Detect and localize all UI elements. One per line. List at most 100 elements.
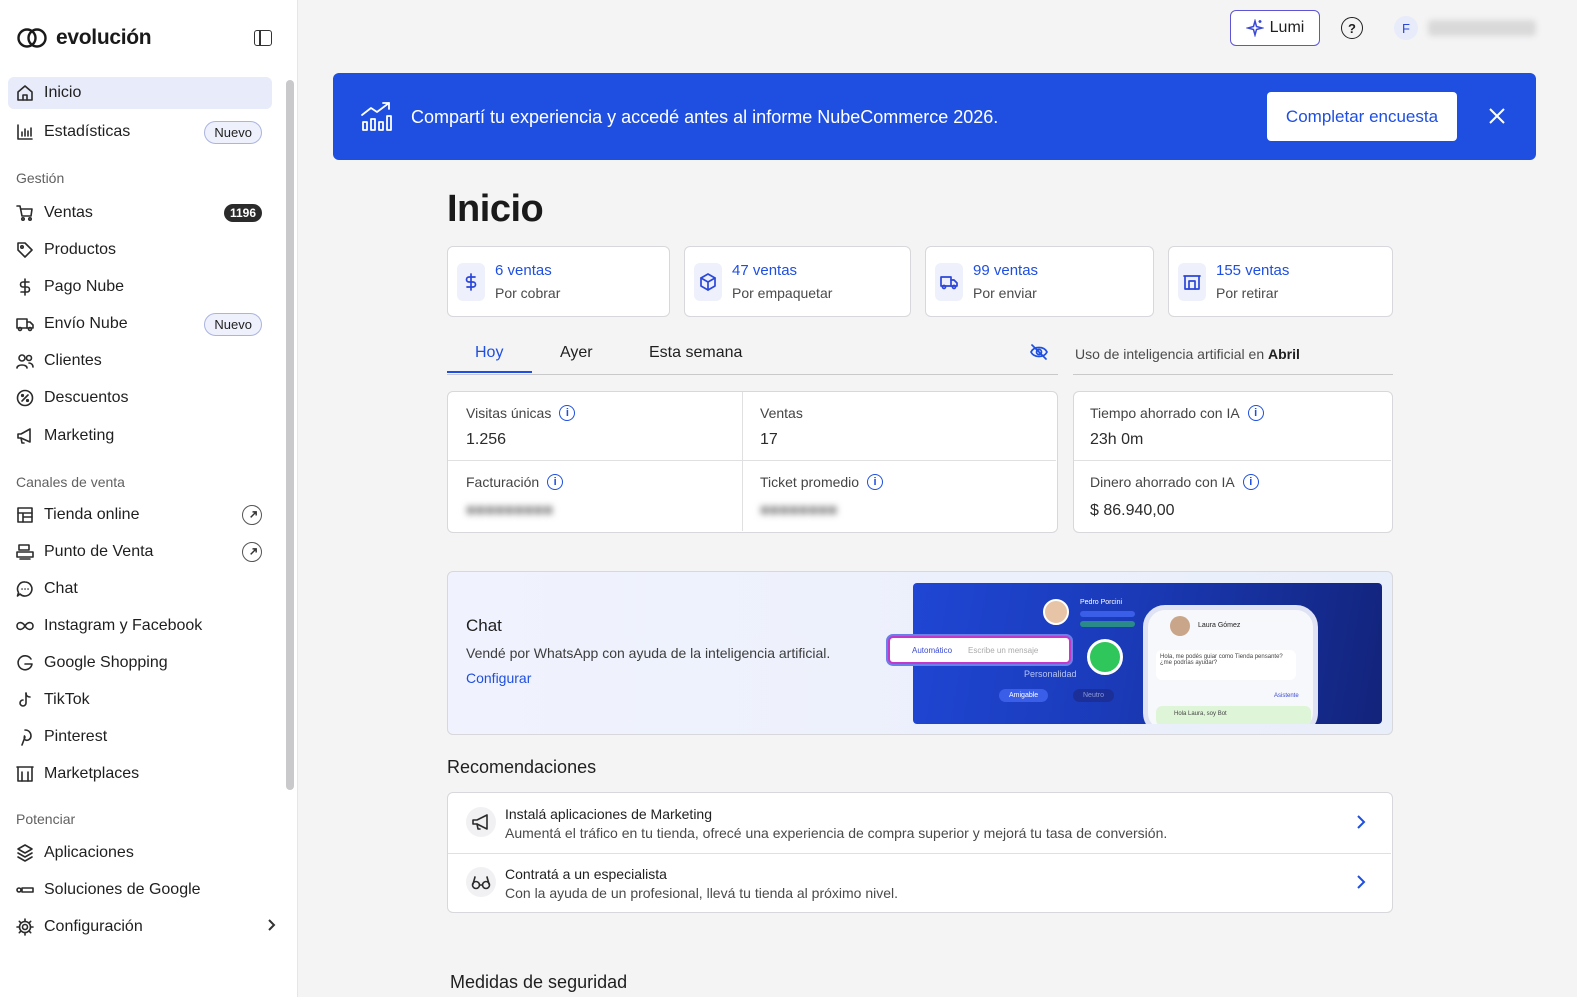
sidebar-item-clientes[interactable]: Clientes (8, 345, 272, 377)
megaphone-icon (466, 807, 496, 837)
active-tab-indicator (447, 371, 532, 373)
chip-neutro: Neutro (1073, 689, 1115, 702)
stat-card-por-retirar[interactable]: 155 ventas Por retirar (1168, 246, 1393, 317)
incoming-message: Hola, me podés guiar como Tienda pensant… (1156, 650, 1296, 680)
sidebar-item-chat[interactable]: Chat (8, 573, 272, 605)
sidebar-item-marketplaces[interactable]: Marketplaces (8, 758, 272, 790)
stat-value[interactable]: 47 ventas (732, 262, 797, 279)
recommendations-title: Recomendaciones (447, 757, 597, 777)
sidebar-item-label: Configuración (44, 918, 143, 935)
whatsapp-icon (1087, 639, 1123, 675)
chip-amigable: Amigable (999, 689, 1049, 702)
sidebar-item-label: Punto de Venta (44, 543, 154, 560)
configure-link[interactable]: Configurar (466, 670, 531, 686)
sidebar-item-inicio[interactable]: Inicio (8, 77, 272, 109)
pinterest-icon (16, 728, 34, 746)
stat-label: Por cobrar (495, 285, 561, 301)
stat-value[interactable]: 155 ventas (1216, 262, 1289, 279)
home-icon (16, 84, 34, 102)
sidebar-item-label: Productos (44, 241, 117, 258)
tag-icon (16, 241, 34, 259)
dollar-icon (16, 278, 34, 296)
truck-icon (935, 263, 963, 301)
sidebar-item-label: Google Shopping (44, 654, 168, 671)
sidebar-scrollbar[interactable] (286, 80, 294, 790)
recommendation-specialist[interactable]: Contratá a un especialista Con la ayuda … (448, 853, 1394, 913)
sidebar-item-label: Soluciones de Google (44, 881, 201, 898)
ticket-label: Ticket promedio i (760, 474, 884, 490)
sales-value: 17 (760, 431, 778, 448)
tab-esta-semana[interactable]: Esta semana (649, 344, 742, 362)
chevron-right-icon (1354, 874, 1368, 895)
stat-value[interactable]: 99 ventas (973, 262, 1038, 279)
stat-value[interactable]: 6 ventas (495, 262, 552, 279)
sidebar-item-pago-nube[interactable]: Pago Nube (8, 271, 272, 303)
close-icon[interactable] (1487, 106, 1507, 126)
help-icon[interactable]: ? (1341, 17, 1363, 39)
tab-ayer[interactable]: Ayer (560, 344, 593, 362)
external-link-icon[interactable] (242, 505, 262, 525)
money-saved-label: Dinero ahorrado con IA i (1090, 474, 1259, 490)
sidebar-item-label: Pinterest (44, 728, 108, 745)
sidebar-item-envio-nube[interactable]: Envío Nube Nuevo (8, 308, 272, 340)
recommendation-subtitle: Con la ayuda de un profesional, llevá tu… (505, 885, 899, 901)
time-saved-value: 23h 0m (1090, 431, 1144, 448)
sidebar-item-aplicaciones[interactable]: Aplicaciones (8, 837, 272, 869)
sidebar-item-instagram-facebook[interactable]: Instagram y Facebook (8, 610, 272, 642)
stat-card-por-empaquetar[interactable]: 47 ventas Por empaquetar (684, 246, 911, 317)
sidebar-item-google-shopping[interactable]: Google Shopping (8, 647, 272, 679)
tab-hoy[interactable]: Hoy (475, 344, 503, 362)
count-badge: 1196 (223, 204, 262, 222)
truck-icon (16, 315, 34, 333)
lumi-button[interactable]: Lumi (1230, 10, 1320, 46)
sidebar-item-tienda-online[interactable]: Tienda online (8, 499, 272, 531)
recommendation-marketing-apps[interactable]: Instalá aplicaciones de Marketing Aument… (448, 793, 1394, 853)
outgoing-message: Hola Laura, soy Bot (1156, 706, 1311, 724)
sidebar-toggle-icon[interactable] (254, 30, 272, 46)
sidebar-item-estadisticas[interactable]: Estadísticas Nuevo (8, 116, 272, 148)
sidebar-item-productos[interactable]: Productos (8, 234, 272, 266)
brand[interactable]: evolución (16, 24, 152, 52)
time-saved-label: Tiempo ahorrado con IA i (1090, 405, 1264, 421)
billing-label: Facturación i (466, 474, 564, 490)
store-icon (16, 506, 34, 524)
sidebar-item-label: Marketing (44, 427, 115, 444)
logo-icon (17, 28, 47, 48)
sidebar-item-label: Tienda online (44, 506, 140, 523)
info-icon[interactable]: i (1242, 474, 1259, 490)
user-name-blurred[interactable] (1428, 20, 1536, 36)
external-link-icon[interactable] (242, 542, 262, 562)
sidebar-item-pinterest[interactable]: Pinterest (8, 721, 272, 753)
stat-card-por-enviar[interactable]: 99 ventas Por enviar (925, 246, 1154, 317)
stat-card-por-cobrar[interactable]: 6 ventas Por cobrar (447, 246, 670, 317)
sidebar-item-label: Inicio (44, 84, 82, 101)
section-label-canales: Canales de venta (16, 474, 125, 490)
automatic-pill: Automático Escribe un mensaje (888, 636, 1071, 664)
new-badge: Nuevo (204, 120, 262, 144)
sidebar-item-descuentos[interactable]: Descuentos (8, 382, 272, 414)
sales-label: Ventas (760, 405, 803, 421)
recommendation-title: Instalá aplicaciones de Marketing (505, 806, 713, 822)
info-icon[interactable]: i (867, 474, 884, 490)
info-icon[interactable]: i (1247, 405, 1264, 421)
sidebar-item-soluciones-google[interactable]: Soluciones de Google (8, 874, 272, 906)
complete-survey-button[interactable]: Completar encuesta (1267, 92, 1457, 141)
period-tabs: Hoy Ayer Esta semana (447, 334, 1058, 375)
agent-avatar (1043, 599, 1069, 625)
eye-off-icon[interactable] (1030, 343, 1048, 366)
info-icon[interactable]: i (559, 405, 576, 421)
sidebar-item-marketing[interactable]: Marketing (8, 420, 272, 452)
sidebar-item-punto-de-venta[interactable]: Punto de Venta (8, 536, 272, 568)
sidebar-item-configuracion[interactable]: Configuración (8, 911, 276, 943)
sidebar-item-label: Descuentos (44, 389, 129, 406)
dollar-icon (457, 263, 485, 301)
infinity-icon (16, 617, 34, 635)
sidebar-item-ventas[interactable]: Ventas 1196 (8, 197, 272, 229)
security-title: Medidas de seguridad (450, 972, 628, 992)
info-icon[interactable]: i (547, 474, 564, 490)
sidebar-item-tiktok[interactable]: TikTok (8, 684, 272, 716)
chat-card-description: Vendé por WhatsApp con ayuda de la intel… (466, 645, 831, 661)
ai-usage-title: Uso de inteligencia artificial en Abril (1075, 346, 1300, 362)
section-label-potenciar: Potenciar (16, 811, 76, 827)
avatar[interactable]: F (1394, 16, 1418, 40)
